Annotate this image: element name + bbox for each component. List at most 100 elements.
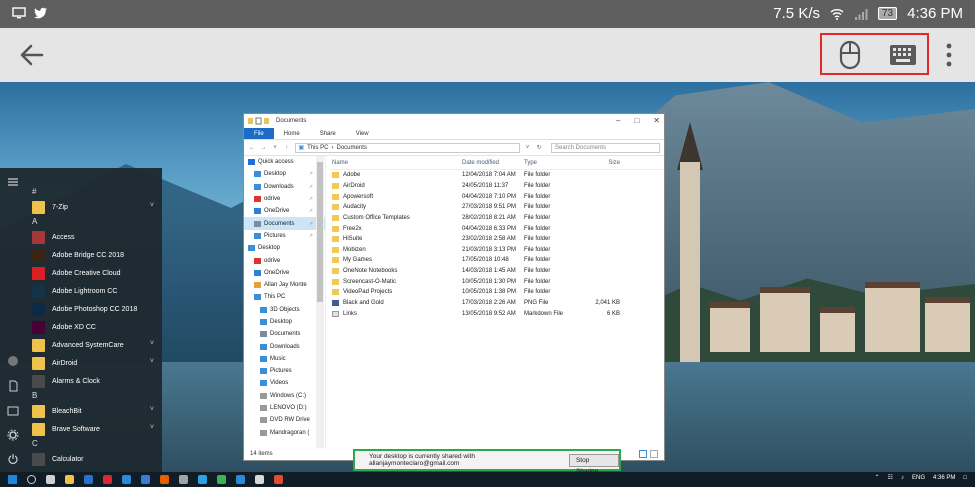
file-row[interactable]: OneNote Notebooks 14/03/2018 1:45 AM File …	[330, 266, 664, 277]
app-icon[interactable]	[122, 475, 131, 484]
nav-pane-item[interactable]: Quick access	[244, 156, 325, 168]
start-menu-letter-header[interactable]: C	[28, 438, 162, 450]
firefox-icon[interactable]	[160, 475, 169, 484]
app-icon[interactable]	[236, 475, 245, 484]
file-row[interactable]: Apowersoft 04/04/2018 7:10 PM File folder	[330, 191, 664, 202]
more-vert-icon[interactable]	[942, 41, 956, 69]
nav-pane-item[interactable]: 3D Objects	[244, 304, 325, 316]
ribbon-tab-file[interactable]: File	[244, 128, 274, 139]
file-row[interactable]: Adobe 12/04/2018 7:04 AM File folder	[330, 170, 664, 181]
search-icon[interactable]	[27, 475, 36, 484]
nav-pane-item[interactable]: Pictures ↗	[244, 230, 325, 242]
file-row[interactable]: Mobizen 21/03/2018 3:13 PM File folder	[330, 244, 664, 255]
close-icon[interactable]: ✕	[653, 116, 660, 125]
start-menu-letter-header[interactable]: #	[28, 186, 162, 198]
nav-pane-item[interactable]: OneDrive ↗	[244, 205, 325, 217]
network-icon[interactable]: ☷	[888, 474, 893, 481]
file-row[interactable]: HiSuite 23/02/2018 2:58 AM File folder	[330, 234, 664, 245]
opera-icon[interactable]	[103, 475, 112, 484]
start-menu-item[interactable]: Brave Software ˅	[28, 420, 162, 438]
app-icon[interactable]	[141, 475, 150, 484]
refresh-icon[interactable]: ↻	[535, 144, 543, 151]
start-menu-letter-header[interactable]: A	[28, 216, 162, 228]
column-header-size[interactable]: Size	[586, 160, 620, 166]
file-row[interactable]: Screencast-O-Matic 10/05/2018 1:30 PM File…	[330, 276, 664, 287]
up-icon[interactable]: ↑	[283, 145, 291, 151]
nav-pane-item[interactable]: Music	[244, 353, 325, 365]
app-icon[interactable]	[217, 475, 226, 484]
app-icon[interactable]	[179, 475, 188, 484]
back-icon[interactable]: ←	[248, 145, 256, 151]
file-row[interactable]: My Games 17/05/2018 10:48 File folder	[330, 255, 664, 266]
file-row[interactable]: Custom Office Templates 28/02/2018 8:21 A…	[330, 213, 664, 224]
ribbon-tab-view[interactable]: View	[346, 128, 379, 139]
nav-pane-item[interactable]: Documents ↗	[244, 217, 325, 230]
column-header-type[interactable]: Type	[524, 160, 586, 166]
start-menu-item[interactable]: AirDroid ˅	[28, 354, 162, 372]
power-icon[interactable]	[7, 453, 19, 465]
nav-pane-item[interactable]: Desktop	[244, 316, 325, 328]
app-icon[interactable]	[255, 475, 264, 484]
search-input[interactable]: Search Documents	[551, 142, 660, 153]
start-menu-item[interactable]: Adobe Lightroom CC	[28, 282, 162, 300]
start-menu-item[interactable]: Alarms & Clock	[28, 372, 162, 390]
quick-access-toolbar-icon[interactable]	[248, 117, 270, 125]
nav-pane-item[interactable]: odrive ↗	[244, 193, 325, 205]
start-menu-item[interactable]: Access	[28, 228, 162, 246]
task-view-icon[interactable]	[46, 475, 55, 484]
nav-pane-item[interactable]: Windows (C:)	[244, 390, 325, 402]
pictures-icon[interactable]	[7, 405, 19, 417]
nav-pane-item[interactable]: Desktop ↗	[244, 168, 325, 180]
tray-chevron-icon[interactable]: ⌃	[875, 474, 880, 481]
file-row[interactable]: Links 13/05/2018 9:52 AM Markdown File 6 KB	[330, 308, 664, 319]
nav-pane-item[interactable]: Downloads ↗	[244, 181, 325, 193]
nav-pane-scrollbar[interactable]	[316, 156, 324, 448]
breadcrumb-documents[interactable]: Documents	[337, 145, 367, 151]
forward-icon[interactable]: →	[260, 145, 268, 151]
start-menu-item[interactable]: Adobe Photoshop CC 2018	[28, 300, 162, 318]
nav-pane-item[interactable]: Desktop	[244, 242, 325, 254]
notifications-icon[interactable]: □	[963, 475, 967, 481]
column-header-name[interactable]: Name	[330, 160, 462, 166]
app-icon[interactable]	[198, 475, 207, 484]
address-dropdown-icon[interactable]: ˅	[524, 145, 532, 151]
nav-pane-item[interactable]: Mandragoran (	[244, 427, 325, 439]
large-icons-view-icon[interactable]	[650, 450, 658, 458]
nav-pane-item[interactable]: Allan Jay Monte	[244, 279, 325, 291]
keyboard-icon[interactable]	[889, 44, 917, 66]
language-indicator[interactable]: ENG	[912, 475, 925, 481]
mouse-icon[interactable]	[836, 40, 864, 70]
nav-pane-item[interactable]: LENOVO (D:)	[244, 402, 325, 414]
recent-dropdown-icon[interactable]: ˅	[271, 145, 279, 151]
settings-gear-icon[interactable]	[7, 429, 19, 441]
breadcrumb-this-pc[interactable]: This PC	[307, 145, 328, 151]
file-row[interactable]: AirDroid 24/05/2018 11:37 File folder	[330, 181, 664, 192]
details-view-icon[interactable]	[639, 450, 647, 458]
nav-pane-item[interactable]: Downloads	[244, 340, 325, 352]
start-menu-letter-header[interactable]: B	[28, 390, 162, 402]
start-menu-item[interactable]: Calculator	[28, 450, 162, 468]
minimize-icon[interactable]: –	[616, 116, 620, 125]
user-icon[interactable]	[7, 355, 19, 367]
nav-pane-item[interactable]: OneDrive	[244, 267, 325, 279]
start-menu-item[interactable]: Adobe Bridge CC 2018	[28, 246, 162, 264]
file-row[interactable]: Audacity 27/03/2018 9:51 PM File folder	[330, 202, 664, 213]
ribbon-tab-share[interactable]: Share	[310, 128, 346, 139]
volume-icon[interactable]: ♪	[901, 475, 904, 481]
nav-pane-item[interactable]: odrive	[244, 254, 325, 266]
nav-pane-item[interactable]: Documents	[244, 328, 325, 340]
start-menu-item[interactable]: 7-Zip ˅	[28, 198, 162, 216]
start-menu-item[interactable]: Adobe Creative Cloud	[28, 264, 162, 282]
file-row[interactable]: Free2x 04/04/2018 6:33 PM File folder	[330, 223, 664, 234]
nav-pane-item[interactable]: This PC	[244, 291, 325, 303]
ribbon-tab-home[interactable]: Home	[274, 128, 310, 139]
app-icon[interactable]	[84, 475, 93, 484]
file-explorer-icon[interactable]	[65, 475, 74, 484]
column-header-date-modified[interactable]: Date modified	[462, 160, 524, 166]
nav-pane-item[interactable]: DVD RW Drive	[244, 414, 325, 426]
address-bar[interactable]: ▣ This PC › Documents	[294, 142, 520, 153]
stop-sharing-button[interactable]: Stop Sharing	[568, 453, 619, 475]
start-menu-item[interactable]: Advanced SystemCare ˅	[28, 336, 162, 354]
nav-pane-item[interactable]: Videos	[244, 377, 325, 389]
windows-start-icon[interactable]	[8, 475, 17, 484]
